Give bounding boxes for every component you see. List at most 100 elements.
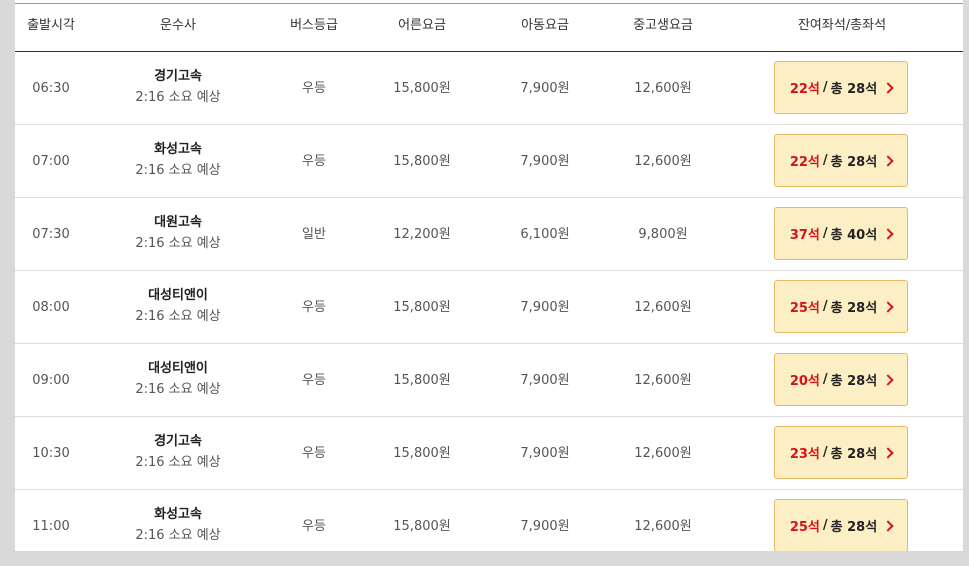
departure-time: 07:30: [32, 227, 70, 242]
bus-grade: 우등: [302, 300, 326, 315]
bus-grade: 우등: [302, 81, 326, 96]
departure-time: 11:00: [32, 519, 70, 534]
chevron-right-icon: [882, 520, 894, 532]
header-seats: 잔여좌석/총좌석: [797, 18, 887, 33]
total-seats: 총 28석: [830, 82, 878, 97]
bus-grade: 우등: [302, 519, 326, 534]
adult-fare: 15,800원: [393, 446, 451, 461]
child-fare: 7,900원: [520, 81, 570, 96]
header-company: 운수사: [160, 18, 196, 33]
adult-fare: 12,200원: [393, 227, 451, 242]
chevron-right-icon: [882, 82, 894, 94]
bus-grade: 우등: [302, 373, 326, 388]
company-name: 경기고속: [154, 69, 202, 84]
departure-time: 07:00: [32, 154, 70, 169]
seat-select-button[interactable]: 20석 / 총 28석: [774, 353, 908, 406]
seat-separator: /: [822, 226, 828, 241]
header-adult-fare: 어른요금: [398, 18, 446, 33]
company-name: 화성고속: [154, 507, 202, 522]
table-row: 10:30 경기고속 2:16 소요 예상 우등 15,800원 7,900원 12,600…: [15, 417, 963, 490]
remaining-seats: 22석: [789, 155, 820, 170]
header-youth-fare: 중고생요금: [633, 18, 693, 33]
chevron-right-icon: [882, 447, 894, 459]
remaining-seats: 22석: [789, 82, 820, 97]
seat-select-button[interactable]: 25석 / 총 28석: [774, 499, 908, 551]
youth-fare: 12,600원: [634, 519, 692, 534]
company-name: 경기고속: [154, 434, 202, 449]
seat-separator: /: [822, 80, 828, 95]
child-fare: 6,100원: [520, 227, 570, 242]
travel-duration: 2:16 소요 예상: [135, 236, 221, 251]
travel-duration: 2:16 소요 예상: [135, 309, 221, 324]
bus-grade: 우등: [302, 154, 326, 169]
total-seats: 총 28석: [830, 301, 878, 316]
child-fare: 7,900원: [520, 373, 570, 388]
remaining-seats: 25석: [789, 301, 820, 316]
adult-fare: 15,800원: [393, 300, 451, 315]
departure-time: 08:00: [32, 300, 70, 315]
child-fare: 7,900원: [520, 300, 570, 315]
chevron-right-icon: [882, 374, 894, 386]
bus-schedule-table: 출발시각 운수사 버스등급 어른요금 아동요금 중고생요금 잔여좌석/총좌석 0…: [15, 0, 963, 551]
seat-select-button[interactable]: 22석 / 총 28석: [774, 134, 908, 187]
travel-duration: 2:16 소요 예상: [135, 528, 221, 543]
remaining-seats: 37석: [789, 228, 820, 243]
total-seats: 총 40석: [830, 228, 878, 243]
company-name: 화성고속: [154, 142, 202, 157]
child-fare: 7,900원: [520, 154, 570, 169]
total-seats: 총 28석: [830, 447, 878, 462]
adult-fare: 15,800원: [393, 81, 451, 96]
seat-select-button[interactable]: 25석 / 총 28석: [774, 280, 908, 333]
header-child-fare: 아동요금: [521, 18, 569, 33]
child-fare: 7,900원: [520, 519, 570, 534]
travel-duration: 2:16 소요 예상: [135, 163, 221, 178]
youth-fare: 12,600원: [634, 373, 692, 388]
youth-fare: 12,600원: [634, 300, 692, 315]
child-fare: 7,900원: [520, 446, 570, 461]
youth-fare: 9,800원: [638, 227, 688, 242]
table-row: 06:30 경기고속 2:16 소요 예상 우등 15,800원 7,900원 12,600…: [15, 52, 963, 125]
company-name: 대성티앤이: [148, 288, 208, 303]
adult-fare: 15,800원: [393, 519, 451, 534]
table-row: 11:00 화성고속 2:16 소요 예상 우등 15,800원 7,900원 12,600…: [15, 490, 963, 551]
departure-time: 09:00: [32, 373, 70, 388]
seat-select-button[interactable]: 37석 / 총 40석: [774, 207, 908, 260]
travel-duration: 2:16 소요 예상: [135, 90, 221, 105]
header-departure-time: 출발시각: [27, 18, 75, 33]
header-bus-grade: 버스등급: [290, 18, 338, 33]
seat-separator: /: [822, 445, 828, 460]
company-name: 대성티앤이: [148, 361, 208, 376]
seat-select-button[interactable]: 23석 / 총 28석: [774, 426, 908, 479]
seat-separator: /: [822, 299, 828, 314]
table-row: 07:30 대원고속 2:16 소요 예상 일반 12,200원 6,100원 9,800원…: [15, 198, 963, 271]
youth-fare: 12,600원: [634, 446, 692, 461]
chevron-right-icon: [882, 228, 894, 240]
total-seats: 총 28석: [830, 520, 878, 535]
remaining-seats: 25석: [789, 520, 820, 535]
adult-fare: 15,800원: [393, 154, 451, 169]
adult-fare: 15,800원: [393, 373, 451, 388]
remaining-seats: 20석: [789, 374, 820, 389]
seat-separator: /: [822, 153, 828, 168]
seat-select-button[interactable]: 22석 / 총 28석: [774, 61, 908, 114]
youth-fare: 12,600원: [634, 154, 692, 169]
seat-separator: /: [822, 372, 828, 387]
company-name: 대원고속: [154, 215, 202, 230]
table-row: 07:00 화성고속 2:16 소요 예상 우등 15,800원 7,900원 12,600…: [15, 125, 963, 198]
table-row: 08:00 대성티앤이 2:16 소요 예상 우등 15,800원 7,900원 12,60…: [15, 271, 963, 344]
chevron-right-icon: [882, 301, 894, 313]
seat-separator: /: [822, 518, 828, 533]
total-seats: 총 28석: [830, 374, 878, 389]
travel-duration: 2:16 소요 예상: [135, 455, 221, 470]
table-header: 출발시각 운수사 버스등급 어른요금 아동요금 중고생요금 잔여좌석/총좌석: [15, 4, 963, 52]
departure-time: 06:30: [32, 81, 70, 96]
table-row: 09:00 대성티앤이 2:16 소요 예상 우등 15,800원 7,900원 12,60…: [15, 344, 963, 417]
chevron-right-icon: [882, 155, 894, 167]
travel-duration: 2:16 소요 예상: [135, 382, 221, 397]
bus-grade: 일반: [302, 227, 326, 242]
remaining-seats: 23석: [789, 447, 820, 462]
bus-grade: 우등: [302, 446, 326, 461]
departure-time: 10:30: [32, 446, 70, 461]
total-seats: 총 28석: [830, 155, 878, 170]
youth-fare: 12,600원: [634, 81, 692, 96]
